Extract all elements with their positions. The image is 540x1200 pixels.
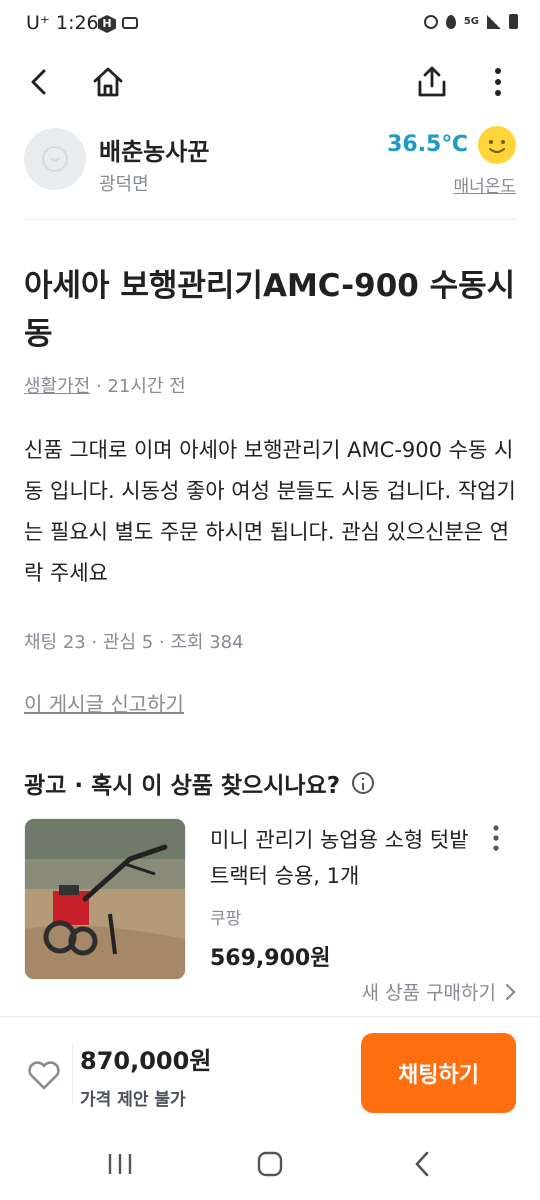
- avatar[interactable]: [24, 128, 86, 190]
- ad-product-name[interactable]: 미니 관리기 농업용 소형 텃밭 트랙터 승용, 1개: [210, 822, 470, 894]
- more-vertical-icon: [495, 68, 501, 96]
- report-link[interactable]: 이 게시글 신고하기: [24, 688, 184, 717]
- chat-button[interactable]: 채팅하기: [361, 1033, 516, 1113]
- ad-more-button[interactable]: [484, 820, 508, 860]
- recent-apps-button[interactable]: [90, 1142, 150, 1186]
- home-button[interactable]: [84, 58, 132, 106]
- default-avatar-icon: [42, 146, 68, 172]
- divider: [24, 219, 516, 220]
- h-badge-icon: H: [98, 15, 116, 33]
- system-home-button[interactable]: [240, 1142, 300, 1186]
- post-time: · 21시간 전: [90, 376, 186, 397]
- system-back-button[interactable]: [392, 1142, 452, 1186]
- share-icon: [418, 66, 446, 97]
- post-title: 아세아 보행관리기AMC-900 수동시동: [24, 268, 516, 352]
- system-navigation-bar: [0, 1128, 540, 1200]
- more-vertical-icon: [493, 825, 499, 851]
- back-button[interactable]: [16, 58, 64, 106]
- ad-heading-text: 광고 · 혹시 이 상품 찾으시나요?: [24, 773, 341, 799]
- buy-new-label: 새 상품 구매하기: [361, 982, 496, 1004]
- buy-new-link[interactable]: 새 상품 구매하기: [362, 978, 516, 1005]
- ad-card[interactable]: 미니 관리기 농업용 소형 텃밭 트랙터 승용, 1개 쿠팡 569,900원 …: [24, 818, 516, 1004]
- info-icon[interactable]: [352, 772, 375, 794]
- status-bar: U⁺ 1:26 H 5G: [0, 0, 540, 48]
- heart-icon: [28, 1061, 60, 1090]
- ad-shop: 쿠팡: [210, 909, 242, 929]
- manner-temperature-link[interactable]: 매너온도: [453, 172, 516, 197]
- location-icon: [445, 14, 456, 29]
- seller-location: 광덕면: [99, 174, 149, 195]
- status-icons: 5G: [423, 14, 518, 29]
- divider: [72, 1043, 73, 1105]
- bottom-action-bar: 870,000원 가격 제안 불가 채팅하기: [0, 1016, 540, 1129]
- network-5g-icon: 5G: [463, 15, 479, 27]
- product-image[interactable]: [24, 818, 186, 980]
- share-button[interactable]: [408, 58, 456, 106]
- ad-price: 569,900원: [210, 946, 331, 971]
- battery-icon: [509, 14, 518, 29]
- post-meta: 생활가전 · 21시간 전: [24, 372, 186, 398]
- like-button[interactable]: [24, 1055, 64, 1095]
- manner-temperature: 36.5℃: [387, 132, 468, 157]
- back-chevron-icon: [415, 1151, 429, 1177]
- more-options-button[interactable]: [474, 58, 522, 106]
- glasses-icon: [122, 17, 138, 29]
- back-arrow-icon: [31, 69, 46, 95]
- status-time: U⁺ 1:26: [26, 12, 99, 34]
- ad-heading: 광고 · 혹시 이 상품 찾으시나요?: [24, 766, 375, 800]
- top-nav: [0, 50, 540, 114]
- negotiation-status: 가격 제안 불가: [80, 1090, 186, 1110]
- seller-name[interactable]: 배춘농사꾼: [99, 132, 209, 167]
- post-description: 신품 그대로 이며 아세아 보행관리기 AMC-900 수동 시동 입니다. 시…: [24, 438, 516, 585]
- signal-icon: [487, 14, 501, 29]
- chevron-right-icon: [505, 983, 516, 1000]
- home-square-icon: [257, 1151, 283, 1177]
- post-stats: 채팅 23 · 관심 5 · 조회 384: [24, 632, 244, 653]
- seller-profile[interactable]: 배춘농사꾼 광덕면 36.5℃ 매너온도: [24, 124, 516, 220]
- smile-face-icon: [478, 126, 516, 164]
- alarm-icon: [423, 14, 438, 29]
- category-link[interactable]: 생활가전: [24, 376, 90, 397]
- item-price: 870,000원: [80, 1047, 212, 1075]
- recent-apps-icon: [108, 1154, 132, 1174]
- home-icon: [93, 67, 123, 97]
